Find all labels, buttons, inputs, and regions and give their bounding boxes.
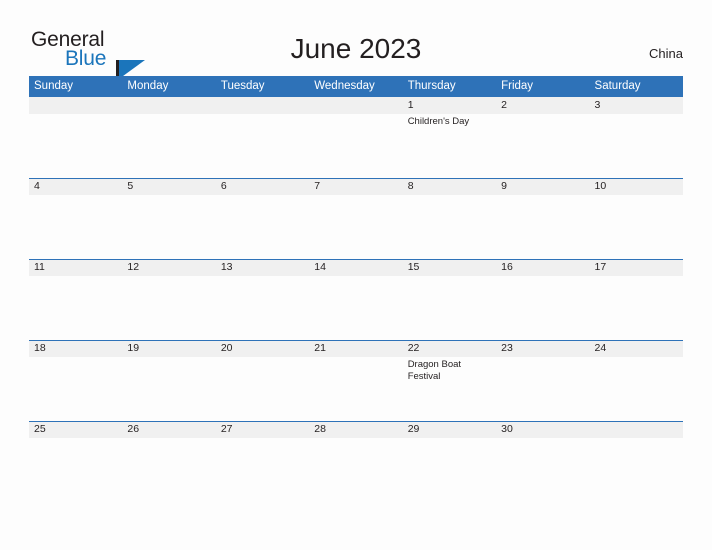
calendar-day-8[interactable]: 8 (403, 178, 496, 259)
day-events: Dragon Boat Festival (408, 359, 491, 383)
day-number: 27 (220, 423, 233, 435)
day-number: 3 (594, 99, 601, 111)
calendar-day-14[interactable]: 14 (309, 259, 402, 340)
calendar-day-24[interactable]: 24 (590, 340, 683, 421)
calendar-day-10[interactable]: 10 (590, 178, 683, 259)
day-number: 26 (127, 423, 140, 435)
day-number: 18 (34, 342, 46, 354)
calendar-day-empty (122, 97, 215, 178)
day-number: 13 (220, 261, 233, 273)
calendar-day-30[interactable]: 30 (496, 421, 589, 502)
week-day-cells: 11 12 13 14 15 16 17 (29, 259, 683, 340)
calendar-week-row: 1 Children's Day 2 3 (29, 97, 683, 178)
day-number: 30 (501, 423, 513, 435)
day-number: 8 (407, 180, 414, 192)
calendar-day-12[interactable]: 12 (122, 259, 215, 340)
page-header: General Blue June 2023 China (0, 0, 712, 79)
day-number: 29 (407, 423, 420, 435)
calendar-day-13[interactable]: 13 (216, 259, 309, 340)
country-label: China (649, 46, 683, 61)
day-number: 7 (314, 180, 321, 192)
day-number: 21 (314, 342, 326, 354)
calendar-day-2[interactable]: 2 (496, 97, 589, 178)
day-events: Children's Day (408, 116, 491, 128)
day-number (314, 97, 397, 114)
day-number: 6 (220, 180, 227, 192)
weekday-header-row: Sunday Monday Tuesday Wednesday Thursday Frid… (29, 76, 683, 97)
weekday-header-tuesday: Tuesday (220, 80, 265, 92)
calendar-day-empty (216, 97, 309, 178)
weekday-header-saturday: Saturday (594, 80, 641, 92)
weekday-header-wednesday: Wednesday (314, 80, 375, 92)
page-title: June 2023 (290, 33, 422, 64)
calendar-week-row: 25 26 27 28 29 30 (29, 421, 683, 502)
calendar-body: 1 Children's Day 2 3 4 5 6 7 8 9 10 11 12 13 14 15 16 17 1… (29, 97, 683, 502)
calendar-day-27[interactable]: 27 (216, 421, 309, 502)
day-number: 2 (501, 99, 507, 111)
weekday-header-monday: Monday (127, 80, 169, 92)
calendar-day-1[interactable]: 1 Children's Day (403, 97, 496, 178)
calendar-week-row: 4 5 6 7 8 9 10 (29, 178, 683, 259)
day-number: 15 (407, 261, 420, 273)
day-number: 22 (407, 342, 420, 354)
day-number: 9 (501, 180, 507, 192)
calendar-day-23[interactable]: 23 (496, 340, 589, 421)
calendar-day-6[interactable]: 6 (216, 178, 309, 259)
calendar-day-empty (590, 421, 683, 502)
calendar-day-17[interactable]: 17 (590, 259, 683, 340)
calendar-day-7[interactable]: 7 (309, 178, 402, 259)
calendar-day-28[interactable]: 28 (309, 421, 402, 502)
day-number: 25 (34, 423, 46, 435)
calendar-day-11[interactable]: 11 (29, 259, 122, 340)
calendar-day-25[interactable]: 25 (29, 421, 122, 502)
calendar-day-empty (309, 97, 402, 178)
day-number: 19 (127, 342, 140, 354)
day-number: 11 (34, 261, 45, 273)
week-day-cells: 25 26 27 28 29 30 (29, 421, 683, 502)
weekday-header-friday: Friday (501, 80, 534, 92)
day-number (595, 421, 678, 438)
day-number: 17 (594, 261, 607, 273)
day-number: 28 (314, 423, 326, 435)
day-number: 14 (314, 261, 326, 273)
calendar-day-9[interactable]: 9 (496, 178, 589, 259)
day-number: 20 (220, 342, 233, 354)
calendar-day-empty (29, 97, 122, 178)
weekday-header-sunday: Sunday (34, 80, 74, 92)
day-number: 10 (594, 180, 607, 192)
calendar-day-19[interactable]: 19 (122, 340, 215, 421)
calendar-day-16[interactable]: 16 (496, 259, 589, 340)
day-number (34, 97, 117, 114)
week-day-cells: 18 19 20 21 22 Dragon Boat Festival 23 24 (29, 340, 683, 421)
calendar-day-21[interactable]: 21 (309, 340, 402, 421)
calendar-day-29[interactable]: 29 (403, 421, 496, 502)
week-day-cells: 1 Children's Day 2 3 (29, 97, 683, 178)
day-number: 24 (594, 342, 607, 354)
calendar-day-26[interactable]: 26 (122, 421, 215, 502)
calendar-day-3[interactable]: 3 (590, 97, 683, 178)
day-number: 16 (501, 261, 513, 273)
day-number: 1 (407, 99, 414, 111)
calendar-day-18[interactable]: 18 (29, 340, 122, 421)
calendar-day-22[interactable]: 22 Dragon Boat Festival (403, 340, 496, 421)
week-day-cells: 4 5 6 7 8 9 10 (29, 178, 683, 259)
day-number: 23 (501, 342, 513, 354)
calendar-day-20[interactable]: 20 (216, 340, 309, 421)
calendar-grid: Sunday Monday Tuesday Wednesday Thursday Frid… (29, 76, 683, 502)
holiday-event: Dragon Boat Festival (407, 359, 462, 382)
calendar-day-5[interactable]: 5 (122, 178, 215, 259)
calendar-day-15[interactable]: 15 (403, 259, 496, 340)
weekday-header-thursday: Thursday (407, 80, 456, 92)
day-number: 5 (127, 180, 134, 192)
holiday-event: Children's Day (407, 116, 470, 127)
calendar-day-4[interactable]: 4 (29, 178, 122, 259)
day-number (127, 97, 210, 114)
calendar-week-row: 11 12 13 14 15 16 17 (29, 259, 683, 340)
day-number: 4 (34, 180, 40, 192)
day-number: 12 (127, 261, 140, 273)
day-number (221, 97, 304, 114)
calendar-week-row: 18 19 20 21 22 Dragon Boat Festival 23 24 (29, 340, 683, 421)
